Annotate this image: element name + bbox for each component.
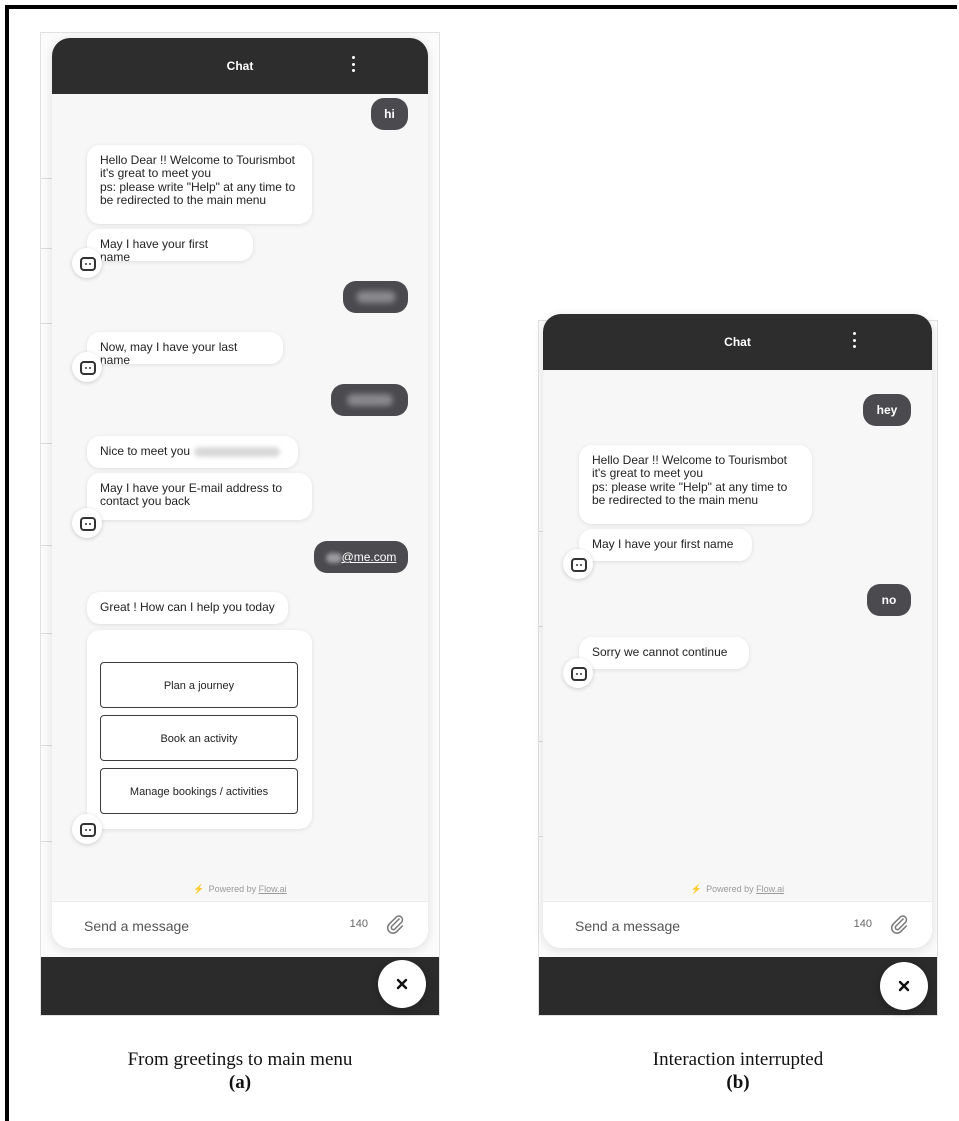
bot-nice-to-meet: Nice to meet you bbox=[87, 436, 298, 468]
message-input-b[interactable] bbox=[573, 913, 797, 939]
option-plan-journey[interactable]: Plan a journey bbox=[100, 662, 298, 708]
close-icon bbox=[898, 980, 910, 992]
close-icon bbox=[396, 978, 408, 990]
bot-welcome-message: Hello Dear !! Welcome to Tourismbot it's… bbox=[87, 145, 312, 224]
user-message-first-name-redacted bbox=[343, 281, 408, 313]
bot-ask-last-name: Now, may I have your last name bbox=[87, 332, 283, 367]
bot-ask-first-name-b: May I have your first name bbox=[579, 529, 752, 561]
message-input-a[interactable] bbox=[82, 913, 306, 939]
chat-header-a: Chat bbox=[52, 38, 428, 94]
option-manage-bookings[interactable]: Manage bookings / activities bbox=[100, 768, 298, 814]
user-message-last-name-redacted bbox=[331, 384, 408, 416]
user-message-hey: hey bbox=[863, 394, 911, 426]
chat-widget-b: Chat hey Hello Dear !! Welcome to Touris… bbox=[543, 314, 932, 948]
char-count-b: 140 bbox=[853, 918, 872, 930]
char-count-a: 140 bbox=[349, 918, 368, 930]
option-book-activity[interactable]: Book an activity bbox=[100, 715, 298, 761]
paperclip-icon[interactable] bbox=[384, 913, 406, 935]
chat-widget-a: Chat hi Hello Dear !! Welcome to Tourism… bbox=[52, 38, 428, 948]
bot-avatar-icon bbox=[563, 658, 593, 688]
redacted-email-prefix bbox=[325, 552, 342, 563]
kebab-menu-icon[interactable] bbox=[853, 332, 857, 352]
flow-ai-link[interactable]: Flow.ai bbox=[259, 884, 287, 894]
kebab-menu-icon[interactable] bbox=[352, 56, 356, 76]
bot-avatar-icon bbox=[72, 508, 102, 538]
bot-ask-first-name: May I have your first name bbox=[87, 229, 253, 264]
caption-b: Interaction interrupted (b) bbox=[652, 1049, 824, 1093]
user-message-no: no bbox=[867, 584, 911, 616]
paperclip-icon[interactable] bbox=[888, 913, 910, 935]
chat-title-b: Chat bbox=[724, 335, 751, 349]
bot-avatar-icon bbox=[563, 549, 593, 579]
bot-avatar-icon bbox=[72, 352, 102, 382]
bot-help-today: Great ! How can I help you today bbox=[87, 592, 288, 624]
message-input-bar-b: 140 bbox=[543, 901, 932, 948]
powered-by-b: ⚡ Powered by Flow.ai bbox=[690, 884, 785, 894]
bot-sorry-message: Sorry we cannot continue bbox=[579, 637, 749, 669]
bot-ask-email: May I have your E-mail address to contac… bbox=[87, 473, 312, 520]
bot-welcome-message-b: Hello Dear !! Welcome to Tourismbot it's… bbox=[579, 445, 812, 524]
bolt-icon: ⚡ bbox=[193, 884, 205, 894]
host-footer-bar-b bbox=[539, 957, 937, 1015]
close-chat-button-a[interactable] bbox=[378, 960, 426, 1008]
chat-title-a: Chat bbox=[226, 59, 254, 73]
caption-a: From greetings to main menu (a) bbox=[127, 1049, 353, 1093]
flow-ai-link[interactable]: Flow.ai bbox=[756, 884, 784, 894]
bot-avatar-icon bbox=[72, 814, 102, 844]
bolt-icon: ⚡ bbox=[690, 884, 703, 894]
close-chat-button-b[interactable] bbox=[880, 962, 928, 1010]
bot-avatar-icon bbox=[72, 248, 102, 278]
options-card: Plan a journey Book an activity Manage b… bbox=[87, 630, 312, 829]
redacted-name bbox=[194, 446, 281, 457]
user-message-hi: hi bbox=[371, 98, 408, 130]
message-input-bar-a: 140 bbox=[52, 901, 428, 948]
chat-header-b: Chat bbox=[543, 314, 932, 370]
user-message-email: @me.com bbox=[314, 541, 408, 573]
powered-by-a: ⚡ Powered by Flow.ai bbox=[193, 884, 287, 894]
